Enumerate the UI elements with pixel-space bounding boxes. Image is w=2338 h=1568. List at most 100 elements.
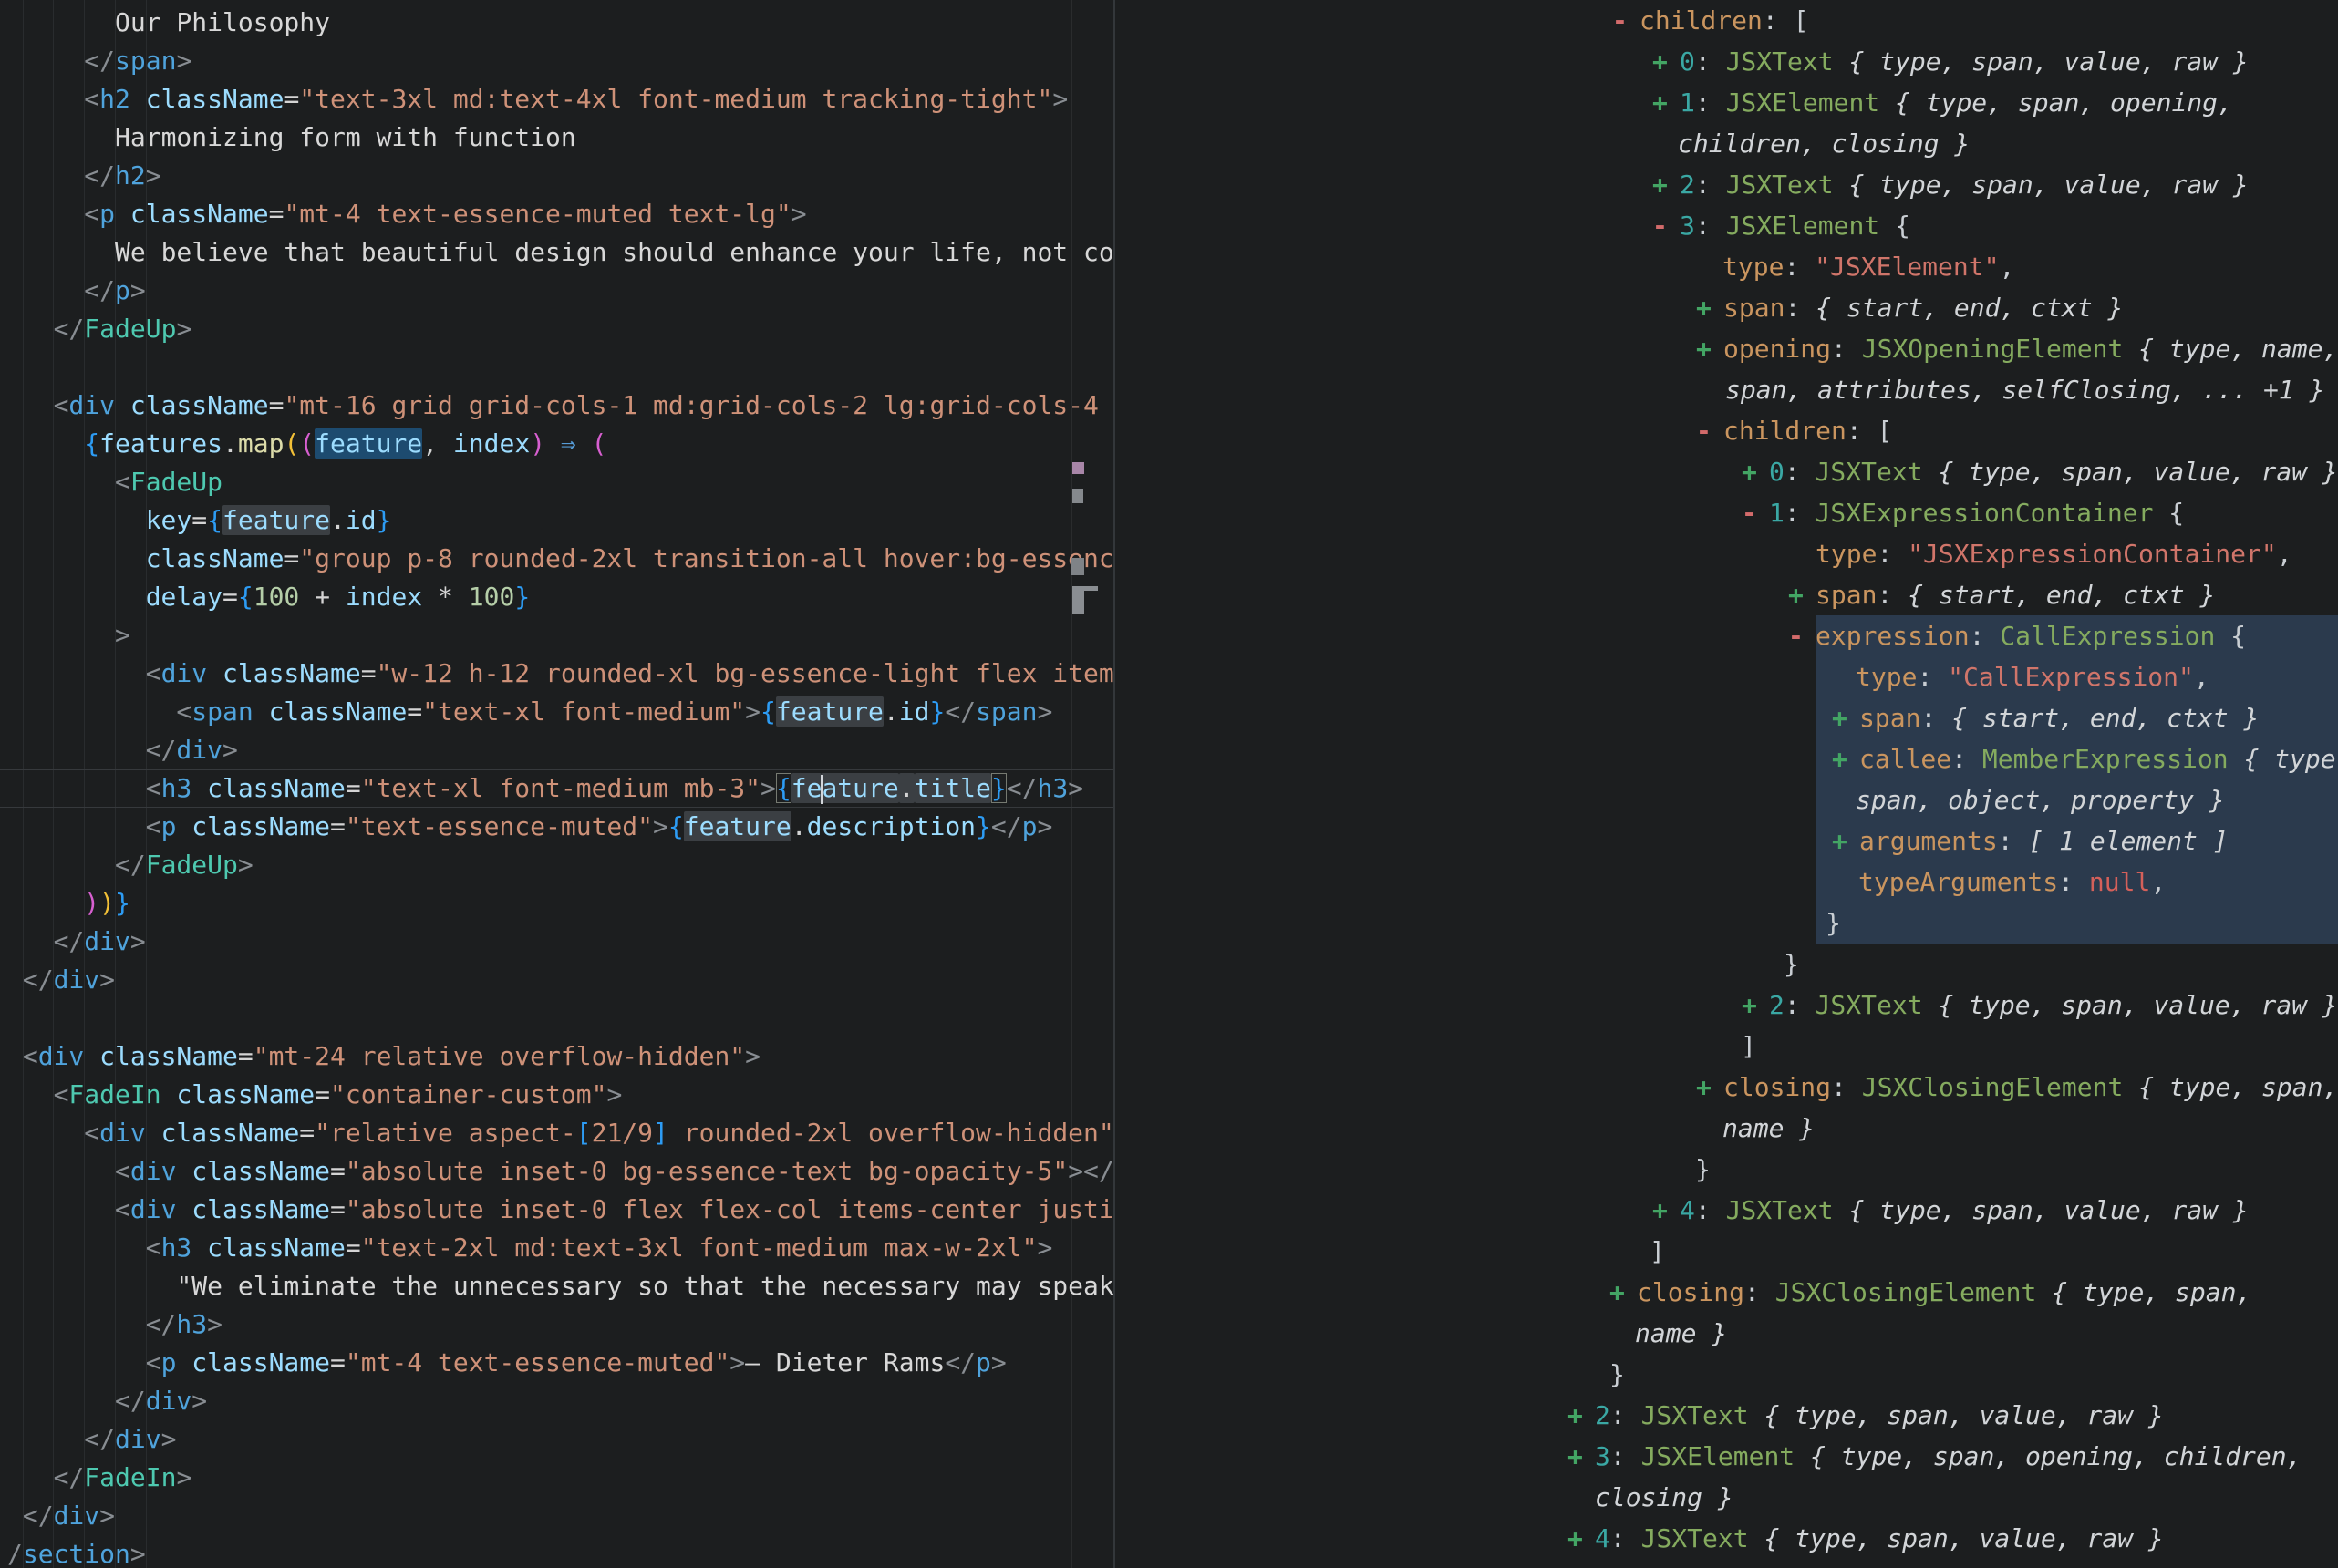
expand-toggle-icon[interactable]: + [1742,451,1769,492]
code-line[interactable]: /section> [0,1535,1113,1568]
expand-toggle-icon[interactable]: + [1652,164,1680,205]
code-line[interactable]: Our Philosophy [0,4,1113,42]
code-line[interactable]: </div> [0,1497,1113,1535]
ast-line[interactable]: -children: [ [1115,0,2338,41]
code-line[interactable]: <FadeIn className="container-custom"> [0,1076,1113,1114]
code-line[interactable]: </div> [0,923,1113,961]
expand-toggle-icon[interactable]: + [1832,697,1859,738]
ast-line[interactable]: +span: { start, end, ctxt } [1115,574,2338,615]
ast-line[interactable]: } [1115,1354,2338,1395]
expand-toggle-icon[interactable]: + [1652,1190,1680,1231]
code-line[interactable] [0,348,1113,387]
code-line[interactable]: key={feature.id} [0,501,1113,540]
ast-line[interactable]: +arguments: [ 1 element ] [1115,820,2338,861]
ast-line[interactable]: -expression: CallExpression { [1115,615,2338,656]
code-line[interactable]: We believe that beautiful design should … [0,233,1113,272]
code-line[interactable]: > [0,616,1113,655]
code-line[interactable]: <span className="text-xl font-medium">{f… [0,693,1113,731]
ast-line[interactable]: +closing: JSXClosingElement { type, span… [1115,1067,2338,1108]
ast-line[interactable]: -1: JSXExpressionContainer { [1115,492,2338,533]
code-line[interactable]: </FadeIn> [0,1459,1113,1497]
expand-toggle-icon[interactable]: + [1832,738,1859,779]
expand-toggle-icon[interactable]: + [1652,82,1680,123]
expand-toggle-icon[interactable]: + [1696,1067,1723,1108]
code-line[interactable]: Harmonizing form with function [0,119,1113,157]
code-line[interactable]: <div className="absolute inset-0 bg-esse… [0,1152,1113,1191]
code-line[interactable]: </h2> [0,157,1113,195]
ast-line[interactable]: +0: JSXText { type, span, value, raw } [1115,451,2338,492]
code-line[interactable]: </div> [0,961,1113,999]
ast-line[interactable]: ] [1115,1026,2338,1067]
code-line[interactable]: </FadeUp> [0,310,1113,348]
code-line[interactable]: <p className="mt-4 text-essence-muted">—… [0,1344,1113,1382]
code-line[interactable]: <h2 className="text-3xl md:text-4xl font… [0,80,1113,119]
expand-toggle-icon[interactable]: + [1567,1436,1595,1477]
ast-line[interactable]: +closing: JSXClosingElement { type, span… [1115,1272,2338,1313]
collapse-toggle-icon[interactable]: - [1788,615,1816,656]
ast-line[interactable]: typeArguments: null, [1115,861,2338,903]
ast-line[interactable]: span, object, property } [1115,779,2338,820]
ast-line[interactable]: +2: JSXText { type, span, value, raw } [1115,985,2338,1026]
ast-line[interactable]: type: "JSXElement", [1115,246,2338,287]
ast-line[interactable]: } [1115,903,2338,944]
ast-line[interactable]: span, attributes, selfClosing, ... +1 } [1115,369,2338,410]
ast-line[interactable]: } [1115,1149,2338,1190]
expand-toggle-icon[interactable]: + [1652,41,1680,82]
ast-line[interactable]: +4: JSXText { type, span, value, raw } [1115,1190,2338,1231]
code-line[interactable]: className="group p-8 rounded-2xl transit… [0,540,1113,578]
code-line[interactable]: <div className="w-12 h-12 rounded-xl bg-… [0,655,1113,693]
code-line[interactable]: <h3 className="text-2xl md:text-3xl font… [0,1229,1113,1267]
code-line-current[interactable]: <h3 className="text-xl font-medium mb-3"… [0,769,1113,808]
ast-line[interactable]: +3: JSXElement { type, span, opening, ch… [1115,1436,2338,1477]
ast-line[interactable]: name } [1115,1108,2338,1149]
ast-line[interactable]: -children: [ [1115,410,2338,451]
expand-toggle-icon[interactable]: + [1832,820,1859,861]
code-line[interactable]: ))} [0,884,1113,923]
code-pane[interactable]: Our Philosophy</span><h2 className="text… [0,0,1113,1568]
ast-line[interactable]: +opening: JSXOpeningElement { type, name… [1115,328,2338,369]
ast-line[interactable]: type: "JSXExpressionContainer", [1115,533,2338,574]
code-line[interactable] [0,999,1113,1037]
code-line[interactable]: </div> [0,1420,1113,1459]
code-line[interactable]: </div> [0,1382,1113,1420]
expand-toggle-icon[interactable]: + [1696,287,1723,328]
expand-toggle-icon[interactable]: + [1609,1272,1637,1313]
ast-line[interactable]: type: "CallExpression", [1115,656,2338,697]
code-line[interactable]: {features.map((feature, index) ⇒ ( [0,425,1113,463]
expand-toggle-icon[interactable]: + [1567,1395,1595,1436]
code-line[interactable]: <div className="mt-24 relative overflow-… [0,1037,1113,1076]
expand-toggle-icon[interactable]: + [1788,574,1816,615]
ast-line[interactable]: +callee: MemberExpression { type, [1115,738,2338,779]
ast-line[interactable]: } [1115,944,2338,985]
collapse-toggle-icon[interactable]: - [1652,205,1680,246]
code-line[interactable]: </span> [0,42,1113,80]
code-line[interactable]: <div className="relative aspect-[21/9] r… [0,1114,1113,1152]
ast-line[interactable]: +2: JSXText { type, span, value, raw } [1115,164,2338,205]
ast-tree-pane[interactable]: -children: [+0: JSXText { type, span, va… [1115,0,2338,1568]
ast-line[interactable]: +0: JSXText { type, span, value, raw } [1115,41,2338,82]
ast-line[interactable]: ] [1115,1231,2338,1272]
code-line[interactable]: </div> [0,731,1113,769]
expand-toggle-icon[interactable]: + [1742,985,1769,1026]
ast-line[interactable]: +2: JSXText { type, span, value, raw } [1115,1395,2338,1436]
ast-line[interactable]: +span: { start, end, ctxt } [1115,697,2338,738]
code-line[interactable]: <p className="text-essence-muted">{featu… [0,808,1113,846]
code-line[interactable]: delay={100 + index * 100} [0,578,1113,616]
collapse-toggle-icon[interactable]: - [1696,410,1723,451]
code-line[interactable]: <p className="mt-4 text-essence-muted te… [0,195,1113,233]
ast-line[interactable]: +4: JSXText { type, span, value, raw } [1115,1518,2338,1559]
expand-toggle-icon[interactable]: + [1567,1518,1595,1559]
code-line[interactable]: "We eliminate the unnecessary so that th… [0,1267,1113,1305]
code-line[interactable]: </FadeUp> [0,846,1113,884]
collapse-toggle-icon[interactable]: - [1612,0,1640,41]
code-line[interactable]: </h3> [0,1305,1113,1344]
collapse-toggle-icon[interactable]: - [1742,492,1769,533]
code-line[interactable]: <div className="absolute inset-0 flex fl… [0,1191,1113,1229]
code-line[interactable]: </p> [0,272,1113,310]
expand-toggle-icon[interactable]: + [1696,328,1723,369]
ast-line[interactable]: -3: JSXElement { [1115,205,2338,246]
ast-line[interactable]: closing } [1115,1477,2338,1518]
ast-line[interactable]: children, closing } [1115,123,2338,164]
code-line[interactable]: <FadeUp [0,463,1113,501]
code-line[interactable]: <div className="mt-16 grid grid-cols-1 m… [0,387,1113,425]
